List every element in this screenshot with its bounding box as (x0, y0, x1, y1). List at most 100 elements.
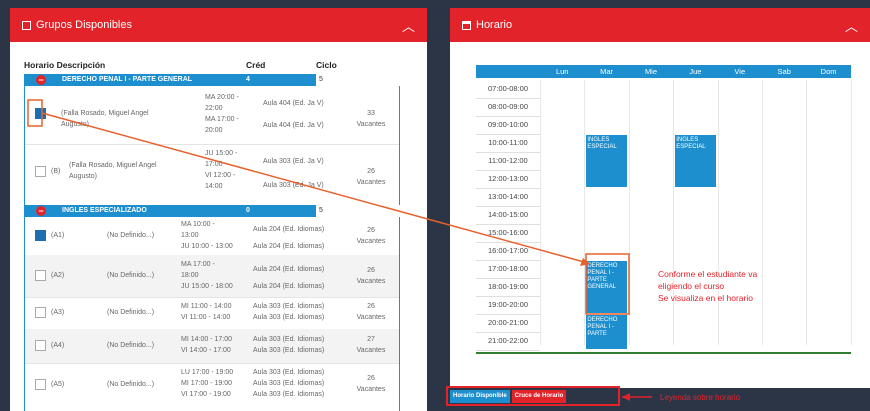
group-checkbox[interactable] (35, 108, 46, 119)
group-room: Aula 204 (Ed. Idiomas) (253, 243, 325, 250)
grid-line (540, 80, 541, 345)
group-row[interactable]: (Falla Rosado, Miguel Angel Augusto) MA 2… (25, 86, 399, 145)
col-cycle: Ciclo (316, 60, 337, 70)
hour-label: 18:00-19:00 (476, 278, 540, 297)
chevron-up-icon[interactable]: ︿ (845, 16, 858, 35)
group-vacancies: 26 Vacantes (356, 375, 386, 393)
hour-label: 15:00-16:00 (476, 224, 540, 243)
day-header-jue: Jue (689, 67, 702, 76)
panel-icon (22, 20, 31, 30)
schedule-block[interactable]: INGLES ESPECIAL (675, 135, 716, 187)
hour-label: 21:00-22:00 (476, 332, 540, 351)
group-teacher: (Falla Rosado, Miguel Angel Augusto) (69, 162, 157, 180)
group-checkbox[interactable] (35, 340, 46, 351)
schedule-block[interactable]: DERECHO PENAL I - PARTE (586, 315, 627, 349)
group-room: Aula 204 (Ed. Idiomas) (253, 283, 325, 290)
day-header-dom: Dom (820, 67, 837, 76)
schedule-block[interactable]: DERECHO PENAL I - PARTE GENERAL (586, 261, 627, 313)
group-teacher: (No Definido...) (107, 232, 155, 239)
minus-circle-icon[interactable]: − (36, 206, 46, 216)
hour-label: 11:00-12:00 (476, 152, 540, 171)
col-horario: Horario Descripción (24, 60, 106, 70)
day-header-mar: Mar (600, 67, 614, 76)
group-times: MI 11:00 - 14:00 VI 11:00 - 14:00 (181, 303, 232, 321)
group-checkbox[interactable] (35, 270, 46, 281)
group-times: MA 20:00 -22:00 MA 17:00 -20:00 (205, 94, 239, 134)
group-room: Aula 303 (Ed. Ja V) (263, 158, 324, 165)
course-name: DERECHO PENAL I - PARTE GENERAL (62, 76, 193, 83)
course-credits: 0 (246, 207, 250, 214)
grid-line (584, 80, 586, 345)
hour-label: 10:00-11:00 (476, 134, 540, 153)
available-groups-panel: Grupos Disponibles ︿ Horario Descripción… (10, 8, 427, 411)
group-times: LU 17:00 - 19:00 MI 17:00 - 19:00 VI 17:00… (181, 369, 234, 398)
group-code: (B) (51, 168, 61, 175)
legend-conflict: Cruce de Horario (511, 389, 567, 403)
schedule-baseline (476, 352, 851, 354)
group-checkbox[interactable] (35, 379, 46, 390)
group-code: (A3) (51, 309, 65, 316)
group-teacher: (Falla Rosado, Miguel Angel Augusto) (61, 110, 149, 128)
group-row[interactable]: (A5) (No Definido...) LU 17:00 - 19:00 MI… (25, 363, 399, 409)
grid-line (673, 80, 675, 345)
group-room: Aula 404 (Ed. Ja V) (263, 122, 324, 129)
group-room: Aula 404 (Ed. Ja V) (263, 100, 324, 107)
schedule-header[interactable]: Horario ︿ (450, 8, 870, 42)
group-vacancies: 26 Vacantes (356, 303, 386, 321)
grid-line (717, 80, 719, 345)
group-row[interactable]: (A4) (No Definido...) MI 14:00 - 17:00 VI… (25, 329, 399, 364)
group-room: Aula 204 (Ed. Idiomas) (253, 266, 325, 273)
course-header-derecho-penal[interactable]: − DERECHO PENAL I - PARTE GENERAL 4 5 (24, 74, 400, 86)
day-header-bar: Lun Mar Mie Jue Vie Sab Dom (476, 65, 851, 78)
group-room: Aula 303 (Ed. Idiomas) Aula 303 (Ed. Idio… (253, 303, 325, 321)
grid-line (762, 80, 763, 345)
group-code: (A5) (51, 381, 65, 388)
legend-note: Leyenda sobre horario (660, 393, 741, 402)
grid-line (806, 80, 808, 345)
schedule-panel: Horario ︿ Lun Mar Mie Jue Vie Sab Dom 07:00-08… (450, 8, 870, 388)
group-checkbox[interactable] (35, 230, 46, 241)
group-times: MA 17:00 -18:00 JU 15:00 - 18:00 (181, 261, 233, 290)
day-header-sab: Sab (777, 67, 791, 76)
hour-label: 14:00-15:00 (476, 206, 540, 225)
group-room: Aula 303 (Ed. Idiomas) Aula 303 (Ed. Idio… (253, 369, 325, 398)
hour-label: 08:00-09:00 (476, 98, 540, 117)
group-teacher: (No Definido...) (107, 309, 155, 316)
group-row[interactable]: (B) (Falla Rosado, Miguel Angel Augusto) … (25, 144, 399, 204)
schedule-block[interactable]: INGLES ESPECIAL (586, 135, 627, 187)
hour-label: 20:00-21:00 (476, 314, 540, 333)
course-header-ingles[interactable]: − INGLES ESPECIALIZADO 0 5 (24, 205, 400, 217)
calendar-icon (462, 20, 471, 30)
chevron-up-icon[interactable]: ︿ (402, 16, 415, 35)
hour-label: 13:00-14:00 (476, 188, 540, 207)
group-room: Aula 303 (Ed. Idiomas) Aula 303 (Ed. Idio… (253, 336, 325, 354)
hour-label: 07:00-08:00 (476, 80, 540, 99)
schedule-grid: Lun Mar Mie Jue Vie Sab Dom 07:00-08:00 08:00-0… (476, 65, 852, 355)
group-row[interactable]: (A2) (No Definido...) MA 17:00 -18:00 JU … (25, 255, 399, 298)
group-times: JU 15:00 -17:00 VI 12:00 -14:00 (205, 150, 238, 190)
group-vacancies: 27 Vacantes (356, 336, 386, 354)
group-checkbox[interactable] (35, 166, 46, 177)
hour-label: 12:00-13:00 (476, 170, 540, 189)
group-teacher: (No Definido...) (107, 342, 155, 349)
group-checkbox[interactable] (35, 307, 46, 318)
course-groups-derecho: (Falla Rosado, Miguel Angel Augusto) MA 2… (24, 86, 400, 206)
group-row[interactable]: (A1) (No Definido...) MA 10:00 -13:00 JU … (25, 217, 399, 256)
col-credits: Créd (246, 60, 266, 70)
hour-label: 19:00-20:00 (476, 296, 540, 315)
annotation-text: Conforme el estudiante va eligiendo el c… (658, 269, 758, 303)
course-groups-ingles: (A1) (No Definido...) MA 10:00 -13:00 JU … (24, 217, 400, 411)
available-groups-header[interactable]: Grupos Disponibles ︿ (10, 8, 427, 42)
grid-line (850, 80, 852, 345)
minus-circle-icon[interactable]: − (36, 75, 46, 85)
group-room: Aula 303 (Ed. Ja V) (263, 182, 324, 189)
course-cycle: 5 (316, 74, 400, 86)
group-times: MA 10:00 -13:00 JU 10:00 - 13:00 (181, 221, 233, 250)
group-times: MI 14:00 - 17:00 VI 14:00 - 17:00 (181, 336, 232, 354)
course-cycle: 5 (316, 205, 400, 217)
course-credits: 4 (246, 76, 250, 83)
schedule-title: Horario (476, 19, 513, 31)
hour-label: 16:00-17:00 (476, 242, 540, 261)
group-row[interactable]: (A3) (No Definido...) MI 11:00 - 14:00 VI… (25, 297, 399, 330)
group-vacancies: 26 Vacantes (356, 267, 386, 285)
